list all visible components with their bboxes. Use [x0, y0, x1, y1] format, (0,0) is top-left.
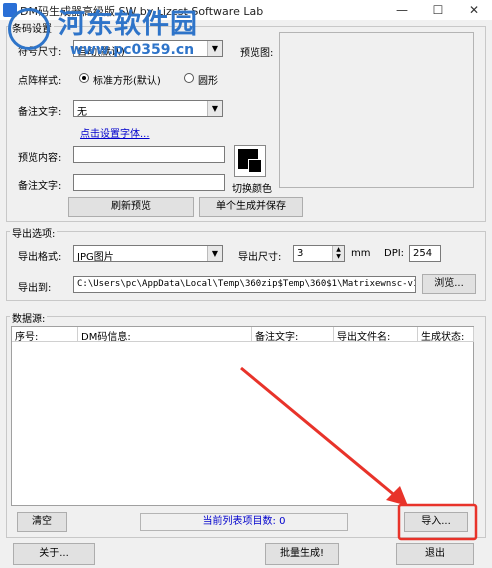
annotation-highlight-box [397, 503, 478, 541]
annotation-overlay [240, 366, 478, 541]
annotation-arrow-line [240, 366, 399, 500]
